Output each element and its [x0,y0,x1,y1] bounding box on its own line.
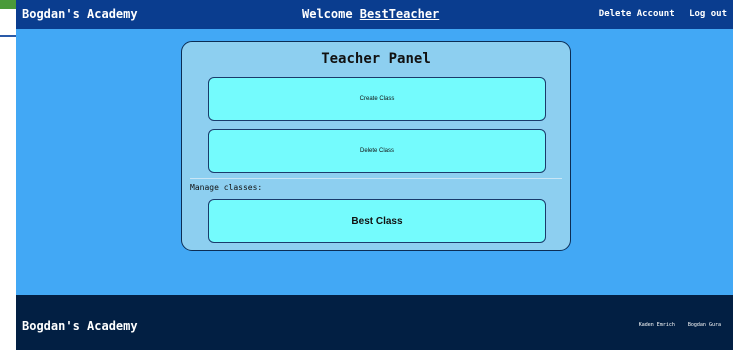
panel-title: Teacher Panel [321,51,431,67]
credit-bogdan-gura: Bogdan Gura [687,322,721,328]
brand-title: Bogdan's Academy [22,7,138,21]
navbar: Bogdan's Academy Welcome BestTeacher Del… [16,0,733,29]
class-button-best-class[interactable]: Best Class [208,199,546,243]
manage-classes-label: Manage classes: [190,183,263,192]
welcome-prefix: Welcome [302,7,360,21]
app-window: Bogdan's Academy Welcome BestTeacher Del… [16,0,733,350]
logout-link[interactable]: Log out [689,9,727,19]
panel-divider [190,178,562,179]
footer: Bogdan's Academy Kaden Emrich Bogdan Gur… [16,295,733,350]
nav-links: Delete Account Log out [590,9,727,19]
footer-brand: Bogdan's Academy [22,319,138,333]
background-line [0,35,16,37]
footer-credits: Kaden Emrich Bogdan Gura [629,322,721,328]
username-link[interactable]: BestTeacher [360,7,439,21]
welcome-message: Welcome BestTeacher [302,7,439,21]
delete-class-button[interactable]: Delete Class [208,129,546,173]
delete-account-link[interactable]: Delete Account [599,9,675,19]
teacher-panel: Teacher Panel Create Class Delete Class … [181,41,571,251]
credit-kaden-emrich: Kaden Emrich [638,322,675,328]
create-class-button[interactable]: Create Class [208,77,546,121]
